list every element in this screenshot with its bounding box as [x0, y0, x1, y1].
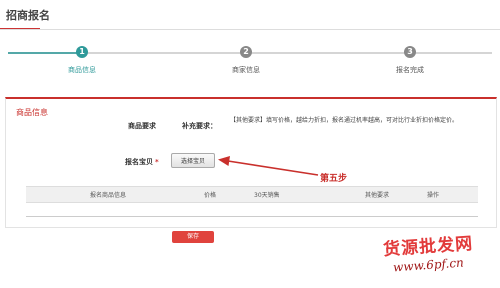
items-table-header: 报名商品信息 价格 30天销售 其他要求 操作	[26, 186, 478, 203]
col-30day-sales: 30天销售	[254, 192, 280, 199]
step-3-icon: 3	[404, 46, 416, 58]
select-item-button[interactable]: 选择宝贝	[171, 153, 215, 168]
required-mark: *	[155, 158, 159, 166]
register-item-label: 报名宝贝 *	[125, 157, 159, 167]
extra-requirements-label: 补充要求：	[182, 122, 217, 130]
col-price: 价格	[204, 192, 217, 199]
step-2-label: 商家信息	[232, 66, 260, 74]
progress-track-active	[8, 52, 82, 54]
requirements-label: 商品要求	[128, 122, 156, 130]
title-divider	[0, 29, 500, 30]
step-3-label: 报名完成	[396, 66, 424, 74]
save-button[interactable]: 保存	[172, 231, 214, 243]
col-actions: 操作	[427, 192, 440, 199]
col-other-requirements: 其他要求	[365, 192, 390, 199]
col-item-info: 报名商品信息	[90, 192, 127, 199]
table-divider	[26, 216, 478, 217]
panel-title: 商品信息	[16, 108, 48, 117]
progress-steps: 1 商品信息 2 商家信息 3 报名完成	[0, 40, 500, 80]
step-2-icon: 2	[240, 46, 252, 58]
step-1-icon: 1	[76, 46, 88, 58]
step-1-label: 商品信息	[68, 66, 96, 74]
extra-requirements-text: 【其他要求】填写价格，越给力折扣，报名通过机率越高，可对比行业折扣价格定价。	[230, 117, 459, 124]
register-item-label-text: 报名宝贝	[125, 158, 153, 166]
step-five-note: 第五步	[320, 174, 348, 184]
page-title: 招商报名	[6, 9, 50, 22]
